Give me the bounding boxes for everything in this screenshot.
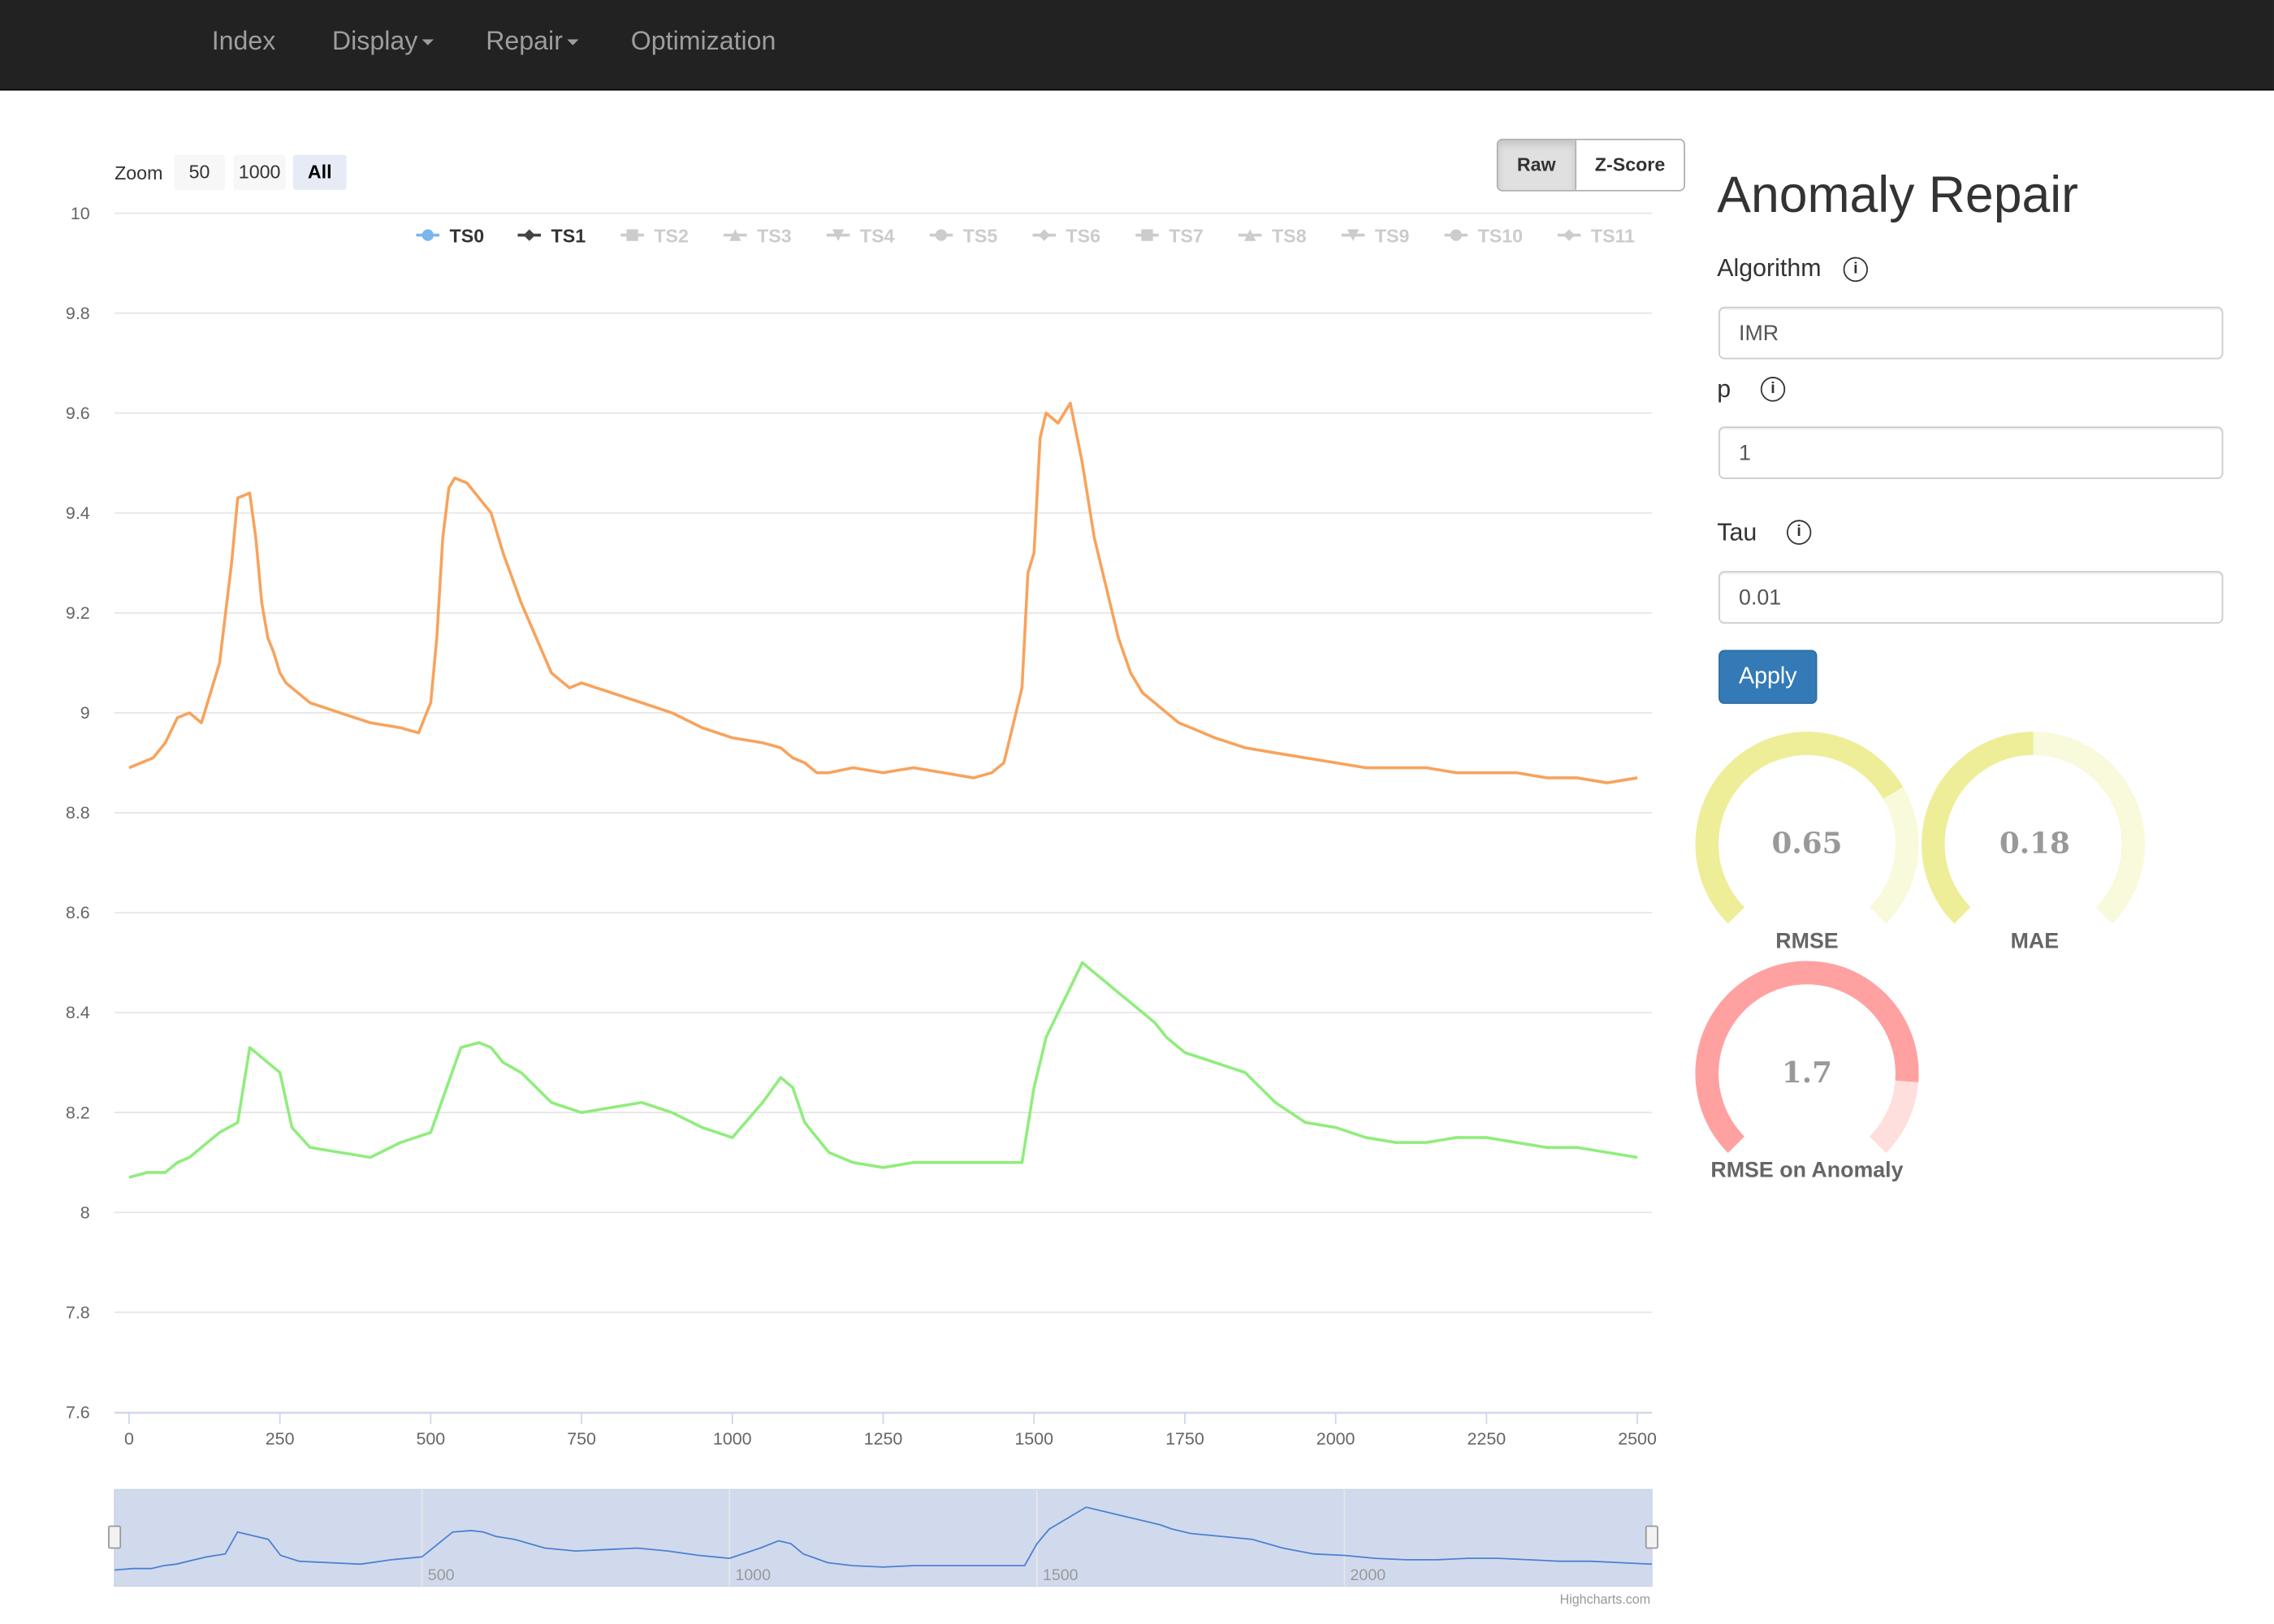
legend-item-ts10[interactable]: TS10 bbox=[1444, 225, 1524, 247]
legend-item-ts3[interactable]: TS3 bbox=[724, 225, 792, 247]
legend-item-ts7[interactable]: TS7 bbox=[1135, 225, 1204, 247]
legend-item-ts9[interactable]: TS9 bbox=[1341, 225, 1410, 247]
y-tick-label: 9.2 bbox=[66, 603, 90, 623]
panel-title: Anomaly Repair bbox=[1717, 166, 2078, 224]
legend-marker-icon bbox=[422, 229, 434, 241]
legend-label: TS11 bbox=[1591, 225, 1635, 246]
legend-label: TS9 bbox=[1375, 225, 1410, 246]
navigator-tick-label: 500 bbox=[428, 1566, 455, 1584]
chart-credit[interactable]: Highcharts.com bbox=[1560, 1592, 1651, 1607]
info-icon[interactable]: i bbox=[1760, 377, 1786, 402]
legend-label: TS3 bbox=[757, 225, 792, 246]
y-tick-label: 9.4 bbox=[66, 503, 90, 523]
legend-item-ts1[interactable]: TS1 bbox=[517, 225, 586, 247]
y-tick-label: 8.4 bbox=[66, 1003, 90, 1022]
rmse-value: 0.65 bbox=[1771, 825, 1843, 861]
y-tick-label: 8.2 bbox=[66, 1103, 90, 1122]
legend-label: TS7 bbox=[1169, 225, 1204, 246]
x-tick-label: 1000 bbox=[713, 1429, 752, 1449]
legend-marker-icon bbox=[626, 229, 638, 241]
p-field[interactable]: 1 bbox=[1718, 426, 2224, 479]
rmse-anomaly-value: 1.7 bbox=[1781, 1054, 1833, 1090]
legend-label: TS4 bbox=[860, 225, 895, 246]
mae-value: 0.18 bbox=[1999, 825, 2070, 861]
zoom-50-button[interactable]: 50 bbox=[174, 154, 225, 190]
zscore-button[interactable]: Z-Score bbox=[1574, 140, 1684, 190]
y-tick-label: 9.8 bbox=[66, 304, 90, 323]
y-tick-label: 7.8 bbox=[66, 1302, 90, 1322]
legend-item-ts11[interactable]: TS11 bbox=[1557, 225, 1635, 247]
rmse-label: RMSE bbox=[1775, 928, 1839, 954]
legend-marker-icon bbox=[1450, 229, 1462, 241]
legend-label: TS0 bbox=[450, 225, 485, 246]
info-icon[interactable]: i bbox=[1786, 520, 1812, 545]
y-tick-label: 10 bbox=[71, 204, 90, 223]
series-line-0 bbox=[128, 401, 1638, 784]
y-tick-label: 7.6 bbox=[66, 1402, 90, 1422]
legend-item-ts2[interactable]: TS2 bbox=[620, 225, 689, 247]
info-icon[interactable]: i bbox=[1843, 257, 1868, 283]
navigator-tick-label: 1000 bbox=[735, 1566, 771, 1584]
y-tick-label: 9 bbox=[80, 703, 90, 723]
p-label: p bbox=[1717, 375, 1731, 404]
rmse-anomaly-label: RMSE on Anomaly bbox=[1710, 1158, 1904, 1183]
legend-item-ts5[interactable]: TS5 bbox=[929, 225, 998, 247]
apply-button[interactable]: Apply bbox=[1718, 650, 1818, 704]
legend-label: TS8 bbox=[1272, 225, 1307, 246]
zoom-1000-button[interactable]: 1000 bbox=[233, 154, 286, 190]
y-tick-label: 8 bbox=[80, 1203, 90, 1222]
legend-item-ts0[interactable]: TS0 bbox=[416, 225, 485, 247]
view-mode-toggle: Raw Z-Score bbox=[1496, 138, 1686, 192]
y-tick-label: 9.6 bbox=[66, 404, 90, 423]
x-tick-label: 750 bbox=[567, 1429, 596, 1449]
navigator-mask[interactable] bbox=[114, 1488, 1653, 1587]
x-tick-label: 500 bbox=[416, 1429, 445, 1449]
navigator-right-handle[interactable] bbox=[1645, 1525, 1658, 1549]
raw-button[interactable]: Raw bbox=[1498, 140, 1575, 190]
legend-item-ts6[interactable]: TS6 bbox=[1032, 225, 1100, 247]
algorithm-field[interactable]: IMR bbox=[1718, 306, 2224, 360]
x-tick-label: 1750 bbox=[1165, 1429, 1204, 1449]
zoom-label: Zoom bbox=[115, 162, 163, 184]
legend-marker-icon bbox=[1038, 229, 1050, 241]
x-tick-label: 250 bbox=[266, 1429, 295, 1449]
legend-label: TS6 bbox=[1066, 225, 1100, 246]
legend-label: TS5 bbox=[963, 225, 998, 246]
mae-label: MAE bbox=[2010, 928, 2060, 954]
legend-item-ts4[interactable]: TS4 bbox=[826, 225, 895, 247]
legend-marker-icon bbox=[935, 229, 948, 241]
algorithm-label: Algorithm bbox=[1717, 253, 1822, 283]
legend-label: TS10 bbox=[1478, 225, 1523, 246]
navigator-tick-label: 1500 bbox=[1043, 1566, 1079, 1584]
legend-item-ts8[interactable]: TS8 bbox=[1238, 225, 1307, 247]
navigator-tick-label: 2000 bbox=[1350, 1566, 1386, 1584]
x-tick-label: 1500 bbox=[1014, 1429, 1053, 1449]
x-tick-label: 2000 bbox=[1316, 1429, 1355, 1449]
x-tick-label: 1250 bbox=[864, 1429, 903, 1449]
series-line-1 bbox=[128, 961, 1638, 1179]
x-tick-label: 2250 bbox=[1468, 1429, 1507, 1449]
x-tick-label: 2500 bbox=[1618, 1429, 1657, 1449]
y-tick-label: 8.6 bbox=[66, 903, 90, 922]
legend-marker-icon bbox=[523, 229, 535, 241]
zoom-all-button[interactable]: All bbox=[292, 154, 347, 190]
time-series-chart: 0 250 500 750 1000 1250 1500 1750 2000 2250 2500 1… bbox=[66, 204, 1658, 1607]
legend-marker-icon bbox=[1563, 229, 1576, 241]
legend-label: TS1 bbox=[551, 225, 586, 246]
navigator-left-handle[interactable] bbox=[108, 1525, 122, 1549]
x-tick-label: 0 bbox=[124, 1429, 134, 1449]
y-tick-label: 8.8 bbox=[66, 803, 90, 823]
tau-label: Tau bbox=[1717, 518, 1757, 546]
legend-marker-icon bbox=[1141, 229, 1153, 241]
legend-label: TS2 bbox=[654, 225, 689, 246]
tau-field[interactable]: 0.01 bbox=[1718, 571, 2224, 624]
